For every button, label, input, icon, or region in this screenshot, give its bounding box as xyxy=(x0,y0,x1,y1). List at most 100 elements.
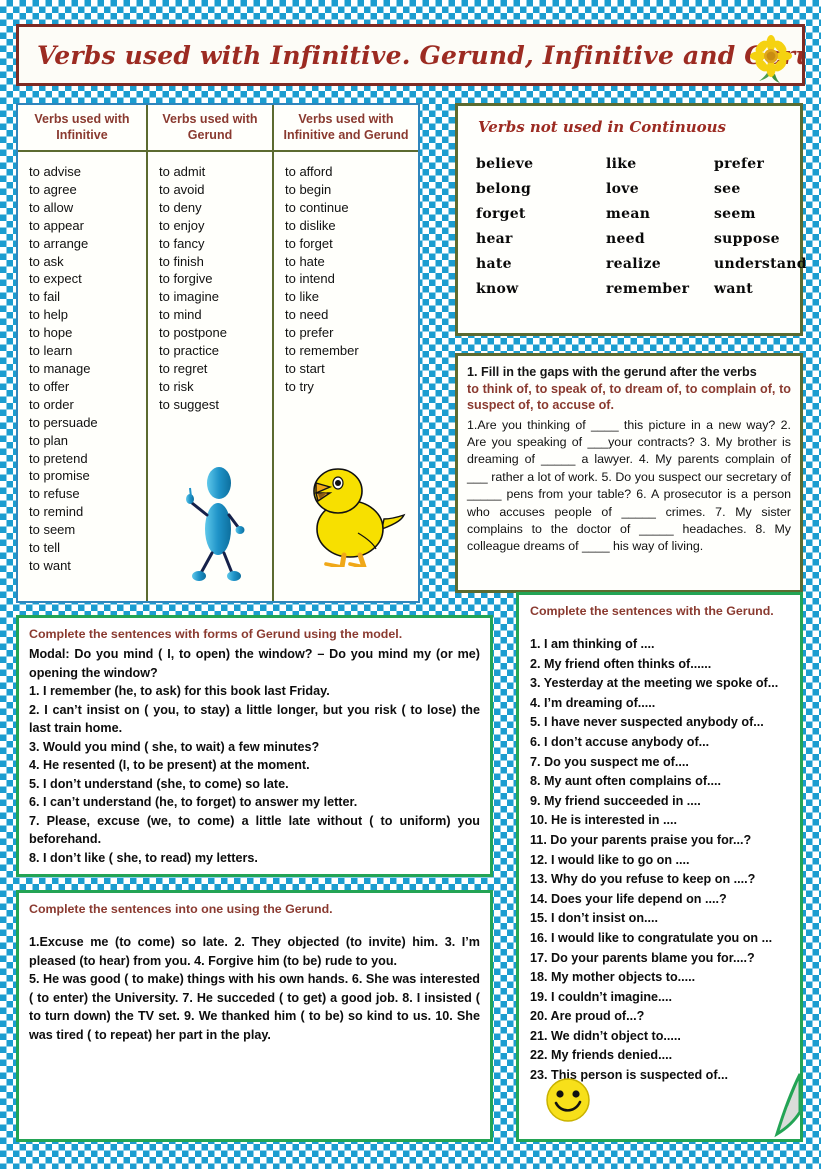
verb-item: to begin xyxy=(285,181,332,197)
verb-list-gerund: to admit to avoid to deny to enjoy to fa… xyxy=(148,152,272,414)
gerund-list-item: 2. My friend often thinks of...... xyxy=(530,656,712,671)
chick-icon xyxy=(313,468,406,567)
exercise-model-model: Modal: Do you mind ( I, to open) the win… xyxy=(29,647,480,680)
verb-list-infinitive-and-gerund: to afford to begin to continue to dislik… xyxy=(274,152,418,396)
verb-item: to postpone xyxy=(159,325,227,341)
exercise-model-item: 8. I don’t like ( she, to read) my lette… xyxy=(29,850,258,865)
verb-item: to plan xyxy=(29,432,69,448)
verb-item: to afford xyxy=(285,164,333,179)
verb-item: to intend xyxy=(285,271,335,287)
column-header-gerund: Verbs used with Gerund xyxy=(148,105,272,152)
gerund-list-item: 18. My mother objects to..... xyxy=(530,970,696,985)
gerund-list-item: 5. I have never suspected anybody of... xyxy=(530,715,764,730)
exercise-gerund-list-box: Complete the sentences with the Gerund. … xyxy=(516,592,803,1142)
gerund-list-item: 20. Are proud of...? xyxy=(530,1009,645,1024)
verb-column-infinitive: Verbs used with Infinitive to advise to … xyxy=(18,105,146,601)
verb-item: to dislike xyxy=(285,217,336,233)
verb-item: to advise xyxy=(29,164,82,179)
not-continuous-word: want xyxy=(714,281,753,297)
exercise-model-item: 6. I can’t understand (he, to forget) to… xyxy=(29,795,358,809)
exercise-model-item: 1. I remember (he, to ask) for this book… xyxy=(29,684,330,698)
verb-item: to finish xyxy=(159,253,204,269)
verb-item: to deny xyxy=(159,199,202,215)
verb-item: to enjoy xyxy=(159,217,205,233)
verb-item: to hate xyxy=(285,253,325,269)
verb-item: to practice xyxy=(159,343,219,359)
verb-item: to promise xyxy=(29,468,90,484)
verb-item: to need xyxy=(285,307,329,323)
not-continuous-word: believe xyxy=(476,156,534,172)
not-continuous-word: hear xyxy=(476,231,513,247)
verb-item: to order xyxy=(29,396,74,412)
verb-item: to regret xyxy=(159,360,208,376)
exercise-combine-body-2: 5. He was good ( to make) things with hi… xyxy=(29,972,480,1042)
exercise-1-body: 1.Are you thinking of ____ this picture … xyxy=(467,417,791,554)
verbs-not-continuous-box: Verbs not used in Continuous believe lik… xyxy=(455,103,807,336)
exercise-model-item: 5. I don’t understand (she, to come) so … xyxy=(29,776,289,791)
not-continuous-word: see xyxy=(714,181,741,197)
verb-item: to start xyxy=(285,360,325,376)
verb-item: to forget xyxy=(285,235,333,251)
exercise-gerund-list-heading: Complete the sentences with the Gerund. xyxy=(530,604,774,618)
worksheet-title-banner: Verbs used with Infinitive. Gerund, Infi… xyxy=(16,24,805,86)
verb-item: to expect xyxy=(29,271,82,287)
exercise-1-instruction: 1. Fill in the gaps with the gerund afte… xyxy=(467,365,757,379)
exercise-model-box: Complete the sentences with forms of Ger… xyxy=(16,615,493,877)
verb-item: to fail xyxy=(29,289,61,305)
not-continuous-word: hate xyxy=(476,256,512,272)
gerund-list-item: 8. My aunt often complains of.... xyxy=(530,774,722,789)
verb-item: to arrange xyxy=(29,235,89,251)
gerund-list-item: 11. Do your parents praise you for...? xyxy=(530,832,752,847)
not-continuous-word: need xyxy=(606,231,645,247)
not-continuous-word: understand xyxy=(714,256,807,272)
gerund-list-item: 9. My friend succeeded in .... xyxy=(530,793,701,808)
gerund-list-item: 14. Does your life depend on ....? xyxy=(530,891,727,906)
stick-figure-icon xyxy=(186,467,245,581)
gerund-list-item: 16. I would like to congratulate you on … xyxy=(530,930,773,945)
verb-item: to continue xyxy=(285,199,349,215)
gerund-list-item: 21. We didn’t object to..... xyxy=(530,1028,681,1043)
verb-item: to pretend xyxy=(29,450,88,466)
verb-item: to offer xyxy=(29,378,70,394)
verb-item: to fancy xyxy=(159,235,205,251)
page-curl-icon xyxy=(774,1073,802,1138)
column-header-infinitive-and-gerund: Verbs used with Infinitive and Gerund xyxy=(274,105,418,152)
not-continuous-word: seem xyxy=(714,206,756,222)
not-continuous-title: Verbs not used in Continuous xyxy=(478,118,726,136)
verb-item: to appear xyxy=(29,217,84,233)
smiley-face-icon xyxy=(546,1078,590,1122)
verb-item: to tell xyxy=(29,540,61,556)
verb-item: to want xyxy=(29,557,71,573)
verb-item: to hope xyxy=(29,325,73,341)
sunflower-icon xyxy=(750,35,792,83)
not-continuous-word: realize xyxy=(606,256,661,272)
verb-item: to forgive xyxy=(159,271,213,287)
verb-item: to agree xyxy=(29,181,77,197)
verb-category-table: Verbs used with Infinitive to advise to … xyxy=(16,103,420,603)
exercise-1-verb-list: to think of, to speak of, to dream of, t… xyxy=(467,381,791,413)
exercise-model-item: 7. Please, excuse (we, to come) a little… xyxy=(29,813,480,847)
verb-item: to avoid xyxy=(159,181,205,197)
gerund-list-item: 22. My friends denied.... xyxy=(530,1048,673,1063)
exercise-model-heading: Complete the sentences with forms of Ger… xyxy=(29,627,403,641)
worksheet-page: Verbs used with Infinitive. Gerund, Infi… xyxy=(0,0,821,1169)
not-continuous-word: prefer xyxy=(714,156,765,172)
verb-column-infinitive-and-gerund: Verbs used with Infinitive and Gerund to… xyxy=(272,105,418,601)
not-continuous-word: belong xyxy=(476,181,532,197)
not-continuous-word: remember xyxy=(606,281,690,297)
verb-list-infinitive: to advise to agree to allow to appear to… xyxy=(18,152,146,575)
not-continuous-word: like xyxy=(606,156,637,172)
verb-column-gerund: Verbs used with Gerund to admit to avoid… xyxy=(146,105,272,601)
verb-item: to help xyxy=(29,307,69,323)
verb-item: to persuade xyxy=(29,414,98,430)
gerund-list-item: 15. I don’t insist on.... xyxy=(530,911,659,926)
verb-item: to risk xyxy=(159,378,194,394)
gerund-list-item: 4. I’m dreaming of..... xyxy=(530,695,656,710)
not-continuous-word: know xyxy=(476,281,519,297)
verb-item: to like xyxy=(285,289,319,305)
exercise-combine-body: 1.Excuse me (to come) so late. 2. They o… xyxy=(29,935,480,968)
gerund-list-item: 13. Why do you refuse to keep on ....? xyxy=(530,872,756,887)
exercise-model-item: 2. I can’t insist on ( you, to stay) a l… xyxy=(29,702,480,736)
not-continuous-grid: believe like prefer belong love see forg… xyxy=(458,136,807,301)
